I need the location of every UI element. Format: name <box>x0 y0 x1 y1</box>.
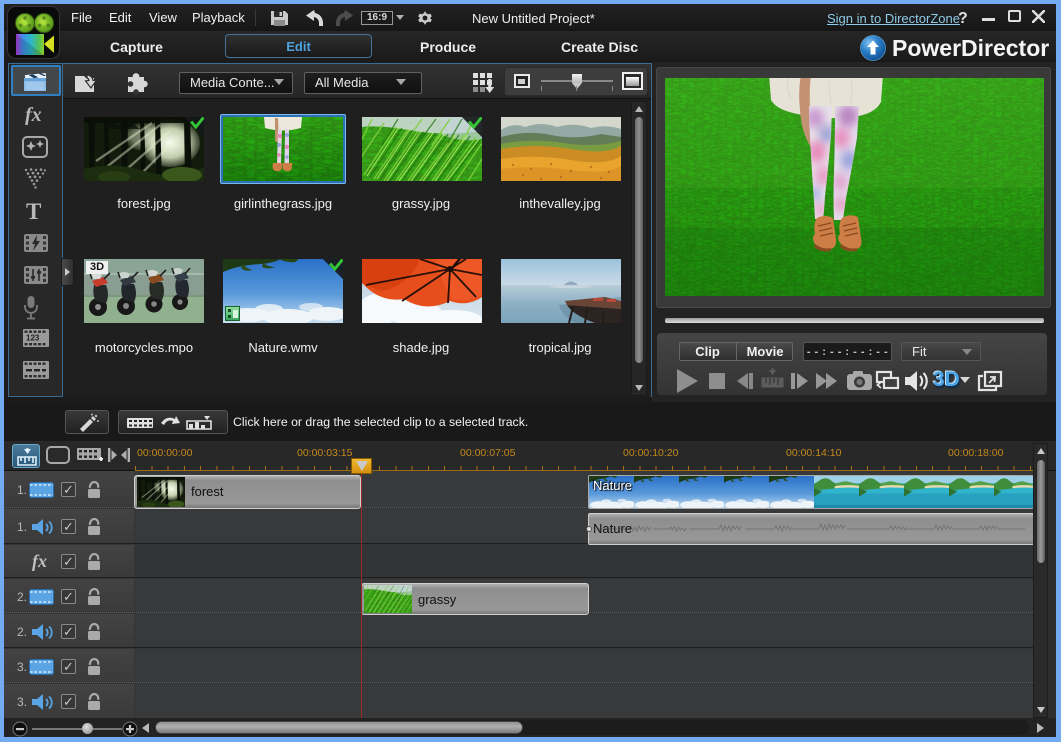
svg-text:T: T <box>26 199 41 223</box>
svg-text:fx: fx <box>25 104 42 125</box>
svg-text:123: 123 <box>26 334 40 343</box>
